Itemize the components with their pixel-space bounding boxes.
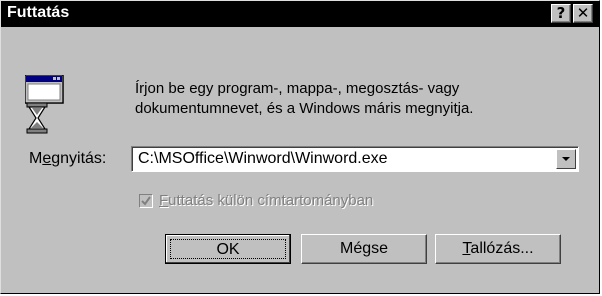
chevron-down-icon[interactable]	[556, 149, 576, 169]
open-combobox[interactable]: C:\MSOffice\Winword\Winword.exe	[131, 146, 579, 172]
cancel-button[interactable]: Mégse	[301, 234, 427, 264]
run-dialog: Futtatás ? ✕ Írjon be egy program-, mapp…	[0, 0, 600, 294]
separate-memory-space-label: Futtatás külön címtartományban	[159, 192, 374, 209]
title-bar[interactable]: Futtatás ? ✕	[1, 1, 599, 27]
description-line-2: dokumentumnevet, és a Windows máris megn…	[135, 100, 474, 117]
separate-memory-space-checkbox	[139, 194, 153, 208]
description-text: Írjon be egy program-, mappa-, megosztás…	[135, 79, 565, 119]
description-line-1: Írjon be egy program-, mappa-, megosztás…	[135, 80, 460, 97]
close-button[interactable]: ✕	[573, 4, 593, 23]
window-title: Futtatás	[7, 4, 70, 21]
checkmark-icon	[141, 196, 151, 206]
open-field-label: Megnyitás:	[29, 150, 107, 167]
ok-button-label: OK	[170, 239, 286, 259]
run-dialog-hourglass-icon	[24, 74, 67, 135]
help-button[interactable]: ?	[551, 4, 571, 23]
ok-button[interactable]: OK	[165, 234, 291, 264]
open-combobox-value[interactable]: C:\MSOffice\Winword\Winword.exe	[138, 150, 388, 168]
browse-button[interactable]: Tallózás...	[435, 234, 561, 264]
